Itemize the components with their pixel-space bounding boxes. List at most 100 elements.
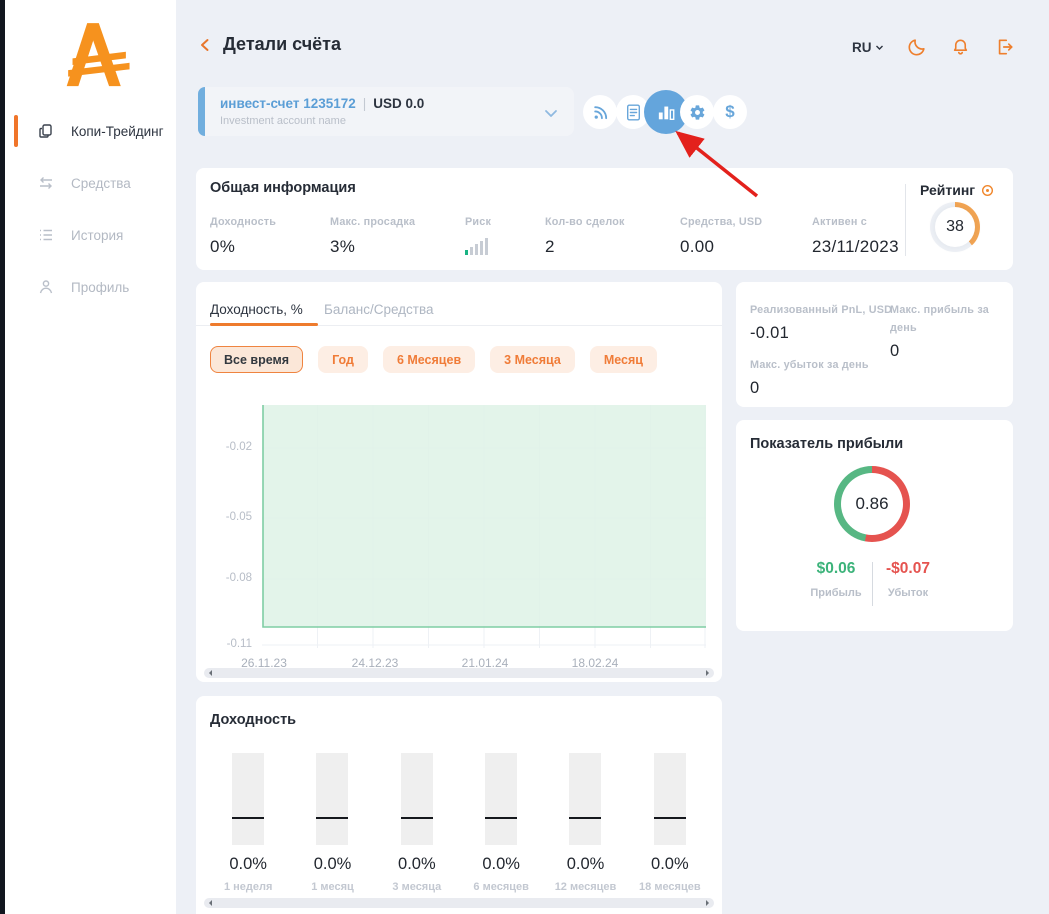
rating-gauge: 38 xyxy=(930,202,980,252)
stat-max-drawdown: Макс. просадка 3% xyxy=(330,212,415,257)
bell-icon xyxy=(951,37,970,57)
scroll-left-icon[interactable] xyxy=(206,670,212,676)
loss-caption: Убыток xyxy=(868,587,948,599)
stat-label: Макс. просадка xyxy=(330,216,415,228)
app-window: Копи-Трейдинг Средства И xyxy=(0,0,1049,914)
return-item-12m: 0.0% 12 месяцев xyxy=(543,753,627,893)
stat-active-since: Активен с 23/11/2023 xyxy=(812,212,899,257)
stat-label: Реализованный PnL, USD xyxy=(750,304,892,316)
stat-value: 0% xyxy=(210,237,276,257)
sidebar-item-label: История xyxy=(71,228,123,243)
language-label: RU xyxy=(852,40,872,55)
page-header: Детали счёта xyxy=(198,34,341,55)
return-value: 0.0% xyxy=(206,855,290,874)
back-chevron-icon xyxy=(198,37,212,53)
return-item-3m: 0.0% 3 месяца xyxy=(375,753,459,893)
overview-title: Общая информация xyxy=(210,180,356,196)
zero-line xyxy=(654,817,686,819)
dollar-icon: $ xyxy=(725,102,734,122)
settings-button[interactable] xyxy=(680,95,714,129)
chevron-down-icon xyxy=(875,44,884,51)
returns-horizontal-scrollbar[interactable] xyxy=(204,898,714,908)
stat-label: Макс. прибыль за день xyxy=(890,304,989,334)
zero-line xyxy=(569,817,601,819)
bar-chart-icon xyxy=(657,104,676,121)
returns-title: Доходность xyxy=(210,712,296,728)
chevron-down-icon xyxy=(544,109,558,118)
filter-3-months[interactable]: 3 Месяца xyxy=(490,346,575,373)
return-label: 1 месяц xyxy=(290,881,374,893)
scroll-left-icon[interactable] xyxy=(206,900,212,906)
return-bar xyxy=(654,753,686,845)
stat-label: Риск xyxy=(465,216,491,228)
filter-all-time[interactable]: Все время xyxy=(210,346,303,373)
sidebar-item-history[interactable]: История xyxy=(5,209,176,261)
profit-card-title: Показатель прибыли xyxy=(750,436,903,452)
realized-pnl: Реализованный PnL, USD -0.01 xyxy=(750,300,892,343)
gear-icon xyxy=(689,104,706,121)
signal-button[interactable] xyxy=(583,95,617,129)
return-bar xyxy=(485,753,517,845)
account-color-bar xyxy=(198,87,205,136)
stat-label: Доходность xyxy=(210,216,276,228)
stat-value: 0.00 xyxy=(680,237,762,257)
return-label: 12 месяцев xyxy=(543,881,627,893)
stat-funds: Средства, USD 0.00 xyxy=(680,212,762,257)
return-label: 3 месяца xyxy=(375,881,459,893)
return-label: 1 неделя xyxy=(206,881,290,893)
y-tick: -0.05 xyxy=(196,511,252,523)
return-item-1w: 0.0% 1 неделя xyxy=(206,753,290,893)
plot-area xyxy=(262,405,706,648)
filter-6-months[interactable]: 6 Месяцев xyxy=(383,346,475,373)
returns-bars: 0.0% 1 неделя 0.0% 1 месяц 0.0% 3 месяца… xyxy=(206,753,712,893)
return-bar xyxy=(569,753,601,845)
return-label: 18 месяцев xyxy=(628,881,712,893)
return-item-6m: 0.0% 6 месяцев xyxy=(459,753,543,893)
scroll-right-icon[interactable] xyxy=(706,900,712,906)
logo-a-icon xyxy=(55,12,131,96)
page-title: Детали счёта xyxy=(223,34,341,55)
logout-button[interactable] xyxy=(994,36,1016,58)
account-name: инвест-счет 1235172 xyxy=(220,96,356,111)
vertical-divider xyxy=(872,562,873,606)
stat-value: -0.01 xyxy=(750,324,892,343)
account-title-row: инвест-счет 1235172 | USD 0.0 xyxy=(220,96,424,111)
stat-label: Активен с xyxy=(812,216,867,228)
return-value: 0.0% xyxy=(290,855,374,874)
max-daily-profit: Макс. прибыль за день 0 xyxy=(890,300,1013,361)
payments-button[interactable]: $ xyxy=(713,95,747,129)
account-selector[interactable]: инвест-счет 1235172 | USD 0.0 Investment… xyxy=(198,87,574,136)
filter-month[interactable]: Месяц xyxy=(590,346,657,373)
scroll-right-icon[interactable] xyxy=(706,670,712,676)
tab-balance-funds[interactable]: Баланс/Средства xyxy=(324,302,434,317)
account-dropdown-chevron[interactable] xyxy=(544,105,558,123)
max-daily-loss: Макс. убыток за день 0 xyxy=(750,355,869,398)
performance-chart-card: Доходность, % Баланс/Средства Все время … xyxy=(196,282,722,682)
list-icon xyxy=(37,226,55,244)
stat-trades-count: Кол-во сделок 2 xyxy=(545,212,625,257)
sidebar-item-profile[interactable]: Профиль xyxy=(5,261,176,313)
sidebar-item-copy-trading[interactable]: Копи-Трейдинг xyxy=(5,105,176,157)
header-actions: RU xyxy=(852,36,1016,58)
sidebar-item-label: Копи-Трейдинг xyxy=(71,124,164,139)
info-icon[interactable] xyxy=(981,184,994,197)
profit-gauge: 0.86 xyxy=(834,466,910,542)
rss-icon xyxy=(592,104,609,121)
brand-logo xyxy=(55,12,131,96)
back-button[interactable] xyxy=(198,37,212,53)
return-bar xyxy=(232,753,264,845)
chart-tabs: Доходность, % Баланс/Средства xyxy=(196,302,722,326)
chart-horizontal-scrollbar[interactable] xyxy=(204,668,714,678)
sidebar-item-funds[interactable]: Средства xyxy=(5,157,176,209)
dark-mode-toggle[interactable] xyxy=(906,36,928,58)
tab-profitability[interactable]: Доходность, % xyxy=(210,302,303,317)
risk-bars-icon xyxy=(465,237,491,260)
profit-gauge-value: 0.86 xyxy=(841,473,903,535)
notifications-button[interactable] xyxy=(950,36,972,58)
rating-label: Рейтинг xyxy=(920,182,975,198)
language-selector[interactable]: RU xyxy=(852,40,884,55)
logout-icon xyxy=(995,37,1015,57)
return-value: 0.0% xyxy=(543,855,627,874)
area-chart: -0.02 -0.05 -0.08 -0.11 26 xyxy=(196,405,722,685)
filter-year[interactable]: Год xyxy=(318,346,368,373)
